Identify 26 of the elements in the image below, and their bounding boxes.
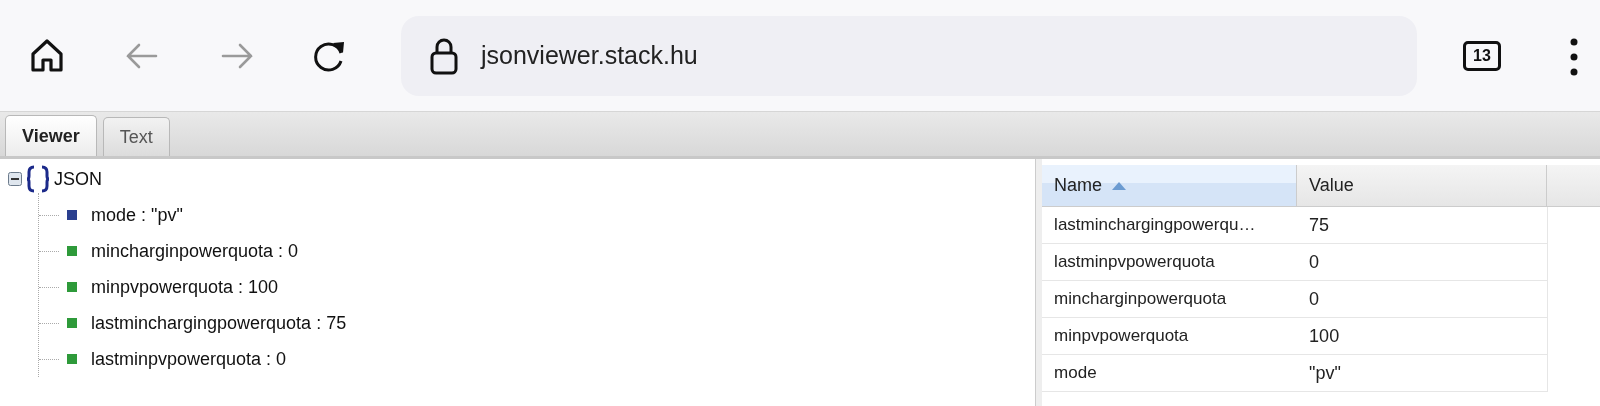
tree-item[interactable]: mode : "pv" bbox=[91, 204, 183, 226]
table-cell-text: minpvpowerquota bbox=[1053, 325, 1190, 347]
braces-icon bbox=[26, 165, 50, 193]
tree-item[interactable]: lastminchargingpowerquota : 75 bbox=[91, 312, 347, 334]
sort-ascending-icon bbox=[1112, 181, 1127, 190]
address-text: jsonviewer.stack.hu bbox=[481, 41, 698, 70]
table-cell-text: mode bbox=[1053, 362, 1098, 384]
table-cell-text: lastminchargingpowerqu… bbox=[1053, 214, 1257, 236]
table-cell-text: lastminpvpowerquota bbox=[1053, 251, 1216, 273]
tab[interactable]: Text bbox=[102, 117, 170, 156]
address-bar[interactable]: jsonviewer.stack.hu bbox=[401, 15, 1417, 96]
tab[interactable]: Viewer bbox=[5, 115, 97, 156]
table-cell-text: "pv" bbox=[1308, 361, 1342, 385]
tab-count-button[interactable]: 13 bbox=[1463, 40, 1501, 71]
tree-node[interactable]: JSON bbox=[54, 168, 102, 190]
table-cell-text: 75 bbox=[1308, 213, 1331, 237]
column-header[interactable]: Value bbox=[1297, 165, 1548, 206]
table-cell-text: 0 bbox=[1308, 250, 1321, 274]
tree-item[interactable]: minpvpowerquota : 100 bbox=[91, 276, 279, 298]
tree-item[interactable]: lastminpvpowerquota : 0 bbox=[91, 348, 287, 370]
table-cell-text: mincharginpowerquota bbox=[1053, 288, 1228, 310]
table-cell-text: 0 bbox=[1308, 287, 1321, 311]
tree-item[interactable]: mincharginpowerquota : 0 bbox=[91, 240, 299, 262]
column-header[interactable]: Name bbox=[1042, 165, 1298, 206]
table-cell-text: 100 bbox=[1308, 324, 1341, 348]
collapse-icon[interactable] bbox=[8, 172, 22, 186]
